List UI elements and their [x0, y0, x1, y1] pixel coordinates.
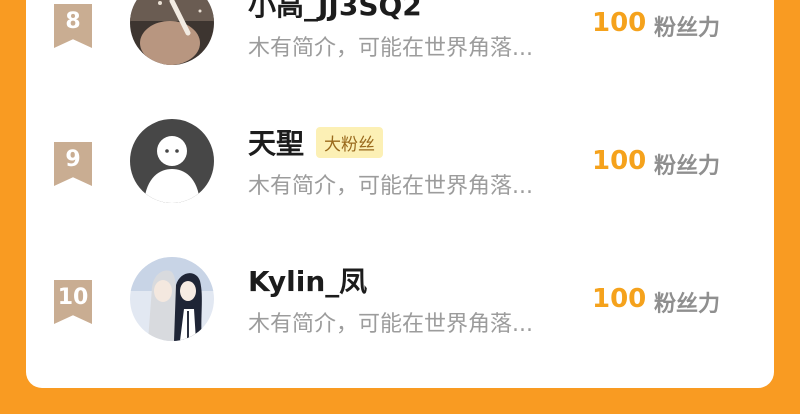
fans-label: 粉丝力 [654, 154, 721, 179]
user-name[interactable]: Kylin_凤 [248, 260, 367, 300]
user-bio: 木有简介，可能在世界角落... [248, 312, 533, 337]
list-item[interactable]: 8 小高_JJ3SQ2 木有简介，可能在世界角落... 100 粉丝力 [26, 0, 774, 70]
avatar[interactable] [130, 0, 214, 65]
rank-number: 10 [57, 285, 89, 310]
user-bio: 木有简介，可能在世界角落... [248, 36, 533, 61]
default-avatar-icon [130, 119, 214, 203]
photo-avatar-icon [130, 0, 214, 65]
user-bio: 木有简介，可能在世界角落... [248, 174, 533, 199]
list-item[interactable]: 9 天聖 大粉丝 木有简介，可能在世界角落... 100 粉丝力 [26, 108, 774, 208]
fan-level-badge: 大粉丝 [316, 126, 384, 158]
fans-count: 100 [592, 146, 647, 176]
fans-label: 粉丝力 [654, 16, 721, 41]
rank-number: 8 [65, 9, 81, 34]
rank-flag: 10 [54, 280, 92, 324]
user-name[interactable]: 天聖 [248, 122, 304, 162]
fans-count: 100 [592, 284, 647, 314]
ranking-card: 8 小高_JJ3SQ2 木有简介，可能在世界角落... 100 粉丝力 9 天聖… [26, 0, 774, 388]
list-item[interactable]: 10 Kylin_凤 木有简介，可能在世界角落... 100 粉丝力 [26, 246, 774, 346]
user-name[interactable]: 小高_JJ3SQ2 [248, 0, 422, 24]
fans-label: 粉丝力 [654, 292, 721, 317]
rank-flag: 8 [54, 4, 92, 48]
fans-count: 100 [592, 8, 647, 38]
avatar[interactable] [130, 119, 214, 203]
avatar[interactable] [130, 257, 214, 341]
rank-number: 9 [65, 147, 81, 172]
anime-avatar-icon [130, 257, 214, 341]
rank-flag: 9 [54, 142, 92, 186]
